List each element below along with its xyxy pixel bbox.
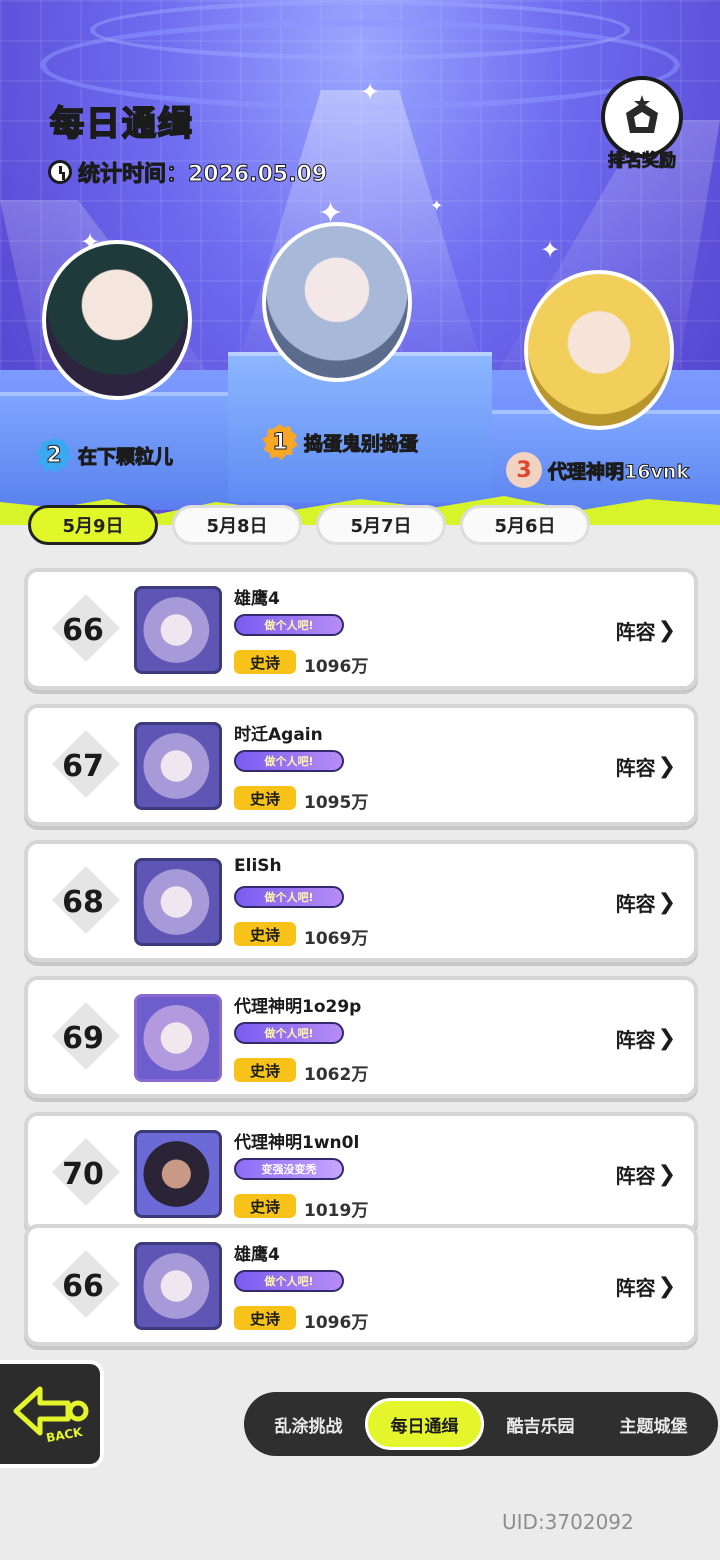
row-rank: 68: [48, 870, 118, 934]
ranking-reward-button[interactable]: 排名奖励: [596, 76, 688, 176]
lineup-label: 阵容: [615, 892, 656, 916]
table-row: 70 代理神明1wn0l 变强没变秃 史诗 1019万 阵容 ❯: [24, 1112, 698, 1234]
chevron-right-icon: ❯: [657, 1274, 676, 1299]
chevron-right-icon: ❯: [657, 1026, 676, 1051]
tier-badge: 史诗: [234, 922, 296, 946]
row-rank: 66: [48, 598, 118, 662]
avatar[interactable]: [134, 1242, 222, 1330]
score: 1019万: [304, 1201, 369, 1221]
title-badge: 做个人吧!: [234, 1270, 344, 1292]
stat-time: 统计时间：2026.05.09: [48, 156, 328, 188]
lineup-label: 阵容: [615, 756, 656, 780]
tier-badge: 史诗: [234, 650, 296, 674]
player-name: 雄鹰4: [234, 589, 280, 609]
lineup-button[interactable]: 阵容 ❯: [616, 888, 676, 917]
stage-ring-inner: [90, 0, 630, 60]
title-badge: 做个人吧!: [234, 886, 344, 908]
table-row: 66 雄鹰4 做个人吧! 史诗 1096万 阵容 ❯: [24, 568, 698, 690]
podium-rank-3[interactable]: 3 代理神明16vnk: [506, 452, 690, 488]
player-name: 代理神明1o29p: [234, 997, 362, 1017]
title-badge: 变强没变秃: [234, 1158, 344, 1180]
tab-date-4[interactable]: 5月6日: [460, 505, 590, 545]
clock-icon: [48, 160, 72, 184]
chevron-right-icon: ❯: [657, 754, 676, 779]
title-badge: 做个人吧!: [234, 750, 344, 772]
tier-badge: 史诗: [234, 1306, 296, 1330]
tier-badge: 史诗: [234, 1058, 296, 1082]
podium-name-3: 代理神明16vnk: [548, 460, 690, 483]
top3-character[interactable]: [524, 270, 674, 430]
date-tabs: 5月9日 5月8日 5月7日 5月6日: [28, 505, 590, 545]
podium-rank-2[interactable]: 2 在下颗粒儿: [36, 437, 174, 473]
tab-kuji-park[interactable]: 酷吉乐园: [484, 1398, 597, 1450]
tab-theme-castle[interactable]: 主题城堡: [597, 1398, 710, 1450]
back-button[interactable]: BACK: [0, 1360, 104, 1468]
uid-label: UID:3702092: [502, 1510, 634, 1534]
lineup-button[interactable]: 阵容 ❯: [616, 1024, 676, 1053]
chevron-right-icon: ❯: [657, 618, 676, 643]
score: 1069万: [304, 929, 369, 949]
avatar[interactable]: [134, 994, 222, 1082]
title-badge: 做个人吧!: [234, 614, 344, 636]
stat-time-label: 统计时间：2026.05.09: [77, 162, 328, 188]
row-rank: 70: [48, 1142, 118, 1206]
player-name: 雄鹰4: [234, 1245, 280, 1265]
podium-name-2: 在下颗粒儿: [77, 445, 174, 468]
podium-rank-1[interactable]: 1 捣蛋鬼别捣蛋: [262, 424, 419, 460]
rank-3-badge: 3: [506, 452, 542, 488]
table-row: 68 EliSh 做个人吧! 史诗 1069万 阵容 ❯: [24, 840, 698, 962]
table-row: 67 时迁Again 做个人吧! 史诗 1095万 阵容 ❯: [24, 704, 698, 826]
podium-name-1: 捣蛋鬼别捣蛋: [303, 432, 419, 455]
tab-date-3[interactable]: 5月7日: [316, 505, 446, 545]
rank-2-badge: 2: [36, 437, 72, 473]
score: 1062万: [304, 1065, 369, 1085]
bottom-nav: 乱涂挑战 每日通缉 酷吉乐园 主题城堡: [244, 1392, 718, 1456]
row-rank: 67: [48, 734, 118, 798]
lineup-label: 阵容: [615, 1276, 656, 1300]
sparkle-icon: ✦: [540, 236, 561, 264]
page-title: 每日通缉: [49, 103, 194, 145]
row-rank: 69: [48, 1006, 118, 1070]
lineup-button[interactable]: 阵容 ❯: [616, 1272, 676, 1301]
lineup-label: 阵容: [615, 620, 656, 644]
title-badge: 做个人吧!: [234, 1022, 344, 1044]
tab-doodle-challenge[interactable]: 乱涂挑战: [252, 1398, 365, 1450]
my-rank-row: 66 雄鹰4 做个人吧! 史诗 1096万 阵容 ❯: [24, 1224, 698, 1346]
tier-badge: 史诗: [234, 1194, 296, 1218]
ranking-reward-label: 排名奖励: [608, 151, 677, 172]
player-name: 时迁Again: [234, 725, 323, 745]
avatar[interactable]: [134, 858, 222, 946]
tab-date-2[interactable]: 5月8日: [172, 505, 302, 545]
avatar[interactable]: [134, 722, 222, 810]
rank-1-badge: 1: [262, 424, 298, 460]
chevron-right-icon: ❯: [657, 890, 676, 915]
sparkle-icon: ✦: [430, 196, 444, 215]
player-name: EliSh: [234, 856, 282, 876]
tier-badge: 史诗: [234, 786, 296, 810]
table-row: 69 代理神明1o29p 做个人吧! 史诗 1062万 阵容 ❯: [24, 976, 698, 1098]
sparkle-icon: ✦: [360, 78, 381, 106]
score: 1096万: [304, 657, 369, 677]
chevron-right-icon: ❯: [657, 1162, 676, 1187]
top1-character[interactable]: [262, 222, 412, 382]
tab-date-1[interactable]: 5月9日: [28, 505, 158, 545]
top2-character[interactable]: [42, 240, 192, 400]
score: 1095万: [304, 793, 369, 813]
lineup-button[interactable]: 阵容 ❯: [616, 616, 676, 645]
lineup-label: 阵容: [615, 1164, 656, 1188]
lineup-button[interactable]: 阵容 ❯: [616, 1160, 676, 1189]
avatar[interactable]: [134, 1130, 222, 1218]
player-name: 代理神明1wn0l: [234, 1133, 360, 1153]
row-rank: 66: [48, 1254, 118, 1318]
tab-daily-wanted[interactable]: 每日通缉: [365, 1398, 484, 1450]
avatar[interactable]: [134, 586, 222, 674]
lineup-button[interactable]: 阵容 ❯: [616, 752, 676, 781]
lineup-label: 阵容: [615, 1028, 656, 1052]
score: 1096万: [304, 1313, 369, 1333]
header-stage: ✦ ✦ ✦ ✦ ✦ ✦ 每日通缉 统计时间：2026.05.09 排名奖励 2 …: [0, 0, 720, 520]
